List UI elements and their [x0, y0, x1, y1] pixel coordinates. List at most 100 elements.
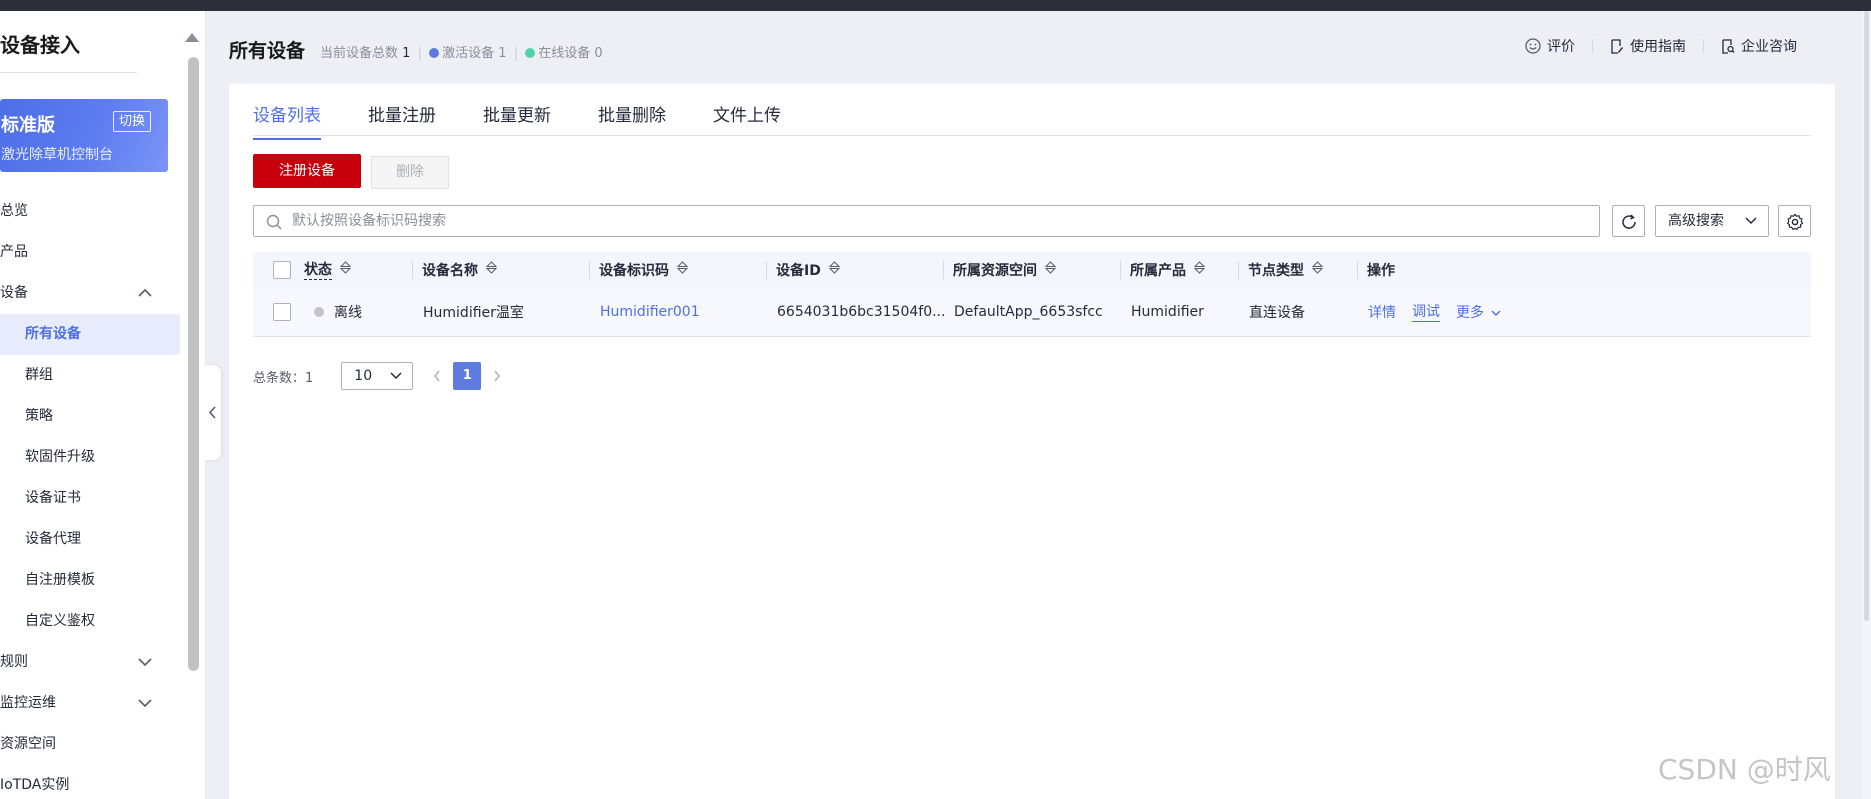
sidebar-item-product[interactable]: 产品 — [0, 232, 180, 273]
sidebar-scrollbar[interactable] — [188, 57, 199, 671]
smile-icon — [1525, 38, 1541, 54]
sort-icon[interactable] — [1311, 261, 1324, 278]
sort-icon[interactable] — [1044, 261, 1057, 278]
search-icon — [266, 214, 282, 230]
chevron-down-icon — [1491, 310, 1501, 316]
tab-batch-register[interactable]: 批量注册 — [368, 101, 436, 138]
tab-bar: 设备列表 批量注册 批量更新 批量删除 文件上传 — [253, 84, 1811, 140]
active-dot-icon — [429, 48, 440, 58]
search-input[interactable] — [292, 206, 1582, 236]
sidebar-item-groups[interactable]: 群组 — [0, 355, 180, 396]
col-resource-space[interactable]: 所属资源空间 — [953, 252, 1057, 287]
more-dropdown[interactable]: 更多 — [1456, 302, 1501, 322]
sidebar-item-policies[interactable]: 策略 — [0, 396, 180, 437]
sidebar: 设备接入 标准版 切换 激光除草机控制台 总览 产品 设备 所有设备 群组 策略… — [0, 11, 206, 799]
sort-icon[interactable] — [676, 261, 689, 278]
row-device-name: Humidifier温室 — [423, 304, 524, 321]
page-number-current[interactable]: 1 — [453, 362, 482, 390]
tab-batch-update[interactable]: 批量更新 — [483, 101, 551, 138]
page-size-select[interactable]: 10 — [341, 362, 414, 390]
row-node-type: 直连设备 — [1249, 304, 1305, 321]
col-device-id[interactable]: 设备ID — [776, 252, 841, 287]
sidebar-item-iotda-instance[interactable]: IoTDA实例 — [0, 765, 180, 799]
row-resource-space: DefaultApp_6653sfcc — [954, 303, 1103, 320]
tab-device-list[interactable]: 设备列表 — [253, 101, 321, 140]
col-operations: 操作 — [1367, 262, 1395, 279]
refresh-button[interactable] — [1612, 205, 1645, 237]
detail-link[interactable]: 详情 — [1368, 302, 1396, 322]
col-product[interactable]: 所属产品 — [1130, 252, 1206, 287]
document-search-icon — [1722, 38, 1735, 54]
sidebar-menu: 总览 产品 设备 所有设备 群组 策略 软固件升级 设备证书 设备代理 自注册模… — [0, 191, 180, 799]
main-card: 设备列表 批量注册 批量更新 批量删除 文件上传 注册设备 删除 高级搜索 状态… — [229, 84, 1835, 799]
sort-icon[interactable] — [1193, 261, 1206, 278]
sidebar-item-overview[interactable]: 总览 — [0, 191, 180, 232]
page-title: 所有设备 — [229, 40, 306, 62]
total-count-label: 总条数：1 — [253, 370, 314, 386]
col-device-name[interactable]: 设备名称 — [422, 252, 498, 287]
table-row: 离线 Humidifier温室 Humidifier001 6654031b6b… — [253, 287, 1811, 337]
select-all-checkbox[interactable] — [273, 260, 291, 279]
sidebar-item-monitoring[interactable]: 监控运维 — [0, 683, 180, 724]
consult-link[interactable]: 企业咨询 — [1721, 36, 1797, 56]
delete-button[interactable]: 删除 — [371, 156, 449, 189]
sidebar-item-rules[interactable]: 规则 — [0, 642, 180, 683]
instance-name: 激光除草机控制台 — [1, 147, 113, 163]
document-edit-icon — [1611, 38, 1623, 54]
search-box — [253, 205, 1600, 237]
active-count: 1 — [498, 46, 507, 61]
refresh-icon — [1622, 214, 1636, 229]
chevron-up-icon — [138, 273, 152, 314]
edition-switch-button[interactable]: 切换 — [113, 111, 152, 132]
col-device-identifier[interactable]: 设备标识码 — [599, 252, 689, 287]
chevron-down-icon — [138, 683, 152, 724]
next-page-button[interactable] — [487, 362, 507, 390]
sidebar-collapse-button[interactable] — [204, 365, 221, 460]
guide-link[interactable]: 使用指南 — [1610, 36, 1686, 56]
sidebar-item-device-certificates[interactable]: 设备证书 — [0, 478, 180, 519]
advanced-search-select[interactable]: 高级搜索 — [1655, 205, 1769, 237]
col-node-type[interactable]: 节点类型 — [1248, 252, 1324, 287]
header-links: 评价 使用指南 企业咨询 — [1525, 36, 1797, 56]
sort-icon[interactable] — [485, 261, 498, 278]
prev-page-button[interactable] — [427, 362, 447, 390]
table-settings-button[interactable] — [1778, 205, 1811, 237]
gear-icon — [1786, 213, 1804, 231]
sidebar-item-firmware-upgrade[interactable]: 软固件升级 — [0, 437, 180, 478]
table-header: 状态 设备名称 设备标识码 设备ID 所属资源空间 所属产品 节点类型 操作 — [253, 252, 1811, 287]
row-operations: 详情 调试 更多 — [1368, 287, 1517, 336]
sidebar-item-self-registration[interactable]: 自注册模板 — [0, 560, 180, 601]
sidebar-item-device[interactable]: 设备 — [0, 273, 180, 314]
tab-file-upload[interactable]: 文件上传 — [713, 101, 781, 138]
sort-icon[interactable] — [339, 261, 352, 278]
chevron-right-icon — [494, 370, 501, 382]
page-scrollbar[interactable] — [1862, 11, 1871, 799]
chevron-down-icon — [390, 372, 402, 380]
col-status[interactable]: 状态 — [304, 252, 352, 287]
pagination: 总条数：1 10 1 — [253, 361, 513, 391]
browser-top-bar — [0, 0, 1871, 11]
debug-link[interactable]: 调试 — [1412, 301, 1440, 322]
sidebar-divider — [0, 72, 137, 73]
sidebar-title: 设备接入 — [0, 33, 80, 57]
scroll-up-arrow-icon[interactable] — [185, 33, 199, 42]
chevron-left-icon — [434, 370, 440, 382]
row-product: Humidifier — [1131, 303, 1204, 320]
chevron-left-icon — [208, 406, 216, 419]
row-checkbox[interactable] — [273, 302, 291, 321]
sidebar-item-all-devices[interactable]: 所有设备 — [0, 314, 180, 355]
sidebar-item-custom-auth[interactable]: 自定义鉴权 — [0, 601, 180, 642]
online-dot-icon — [525, 48, 536, 58]
tab-batch-delete[interactable]: 批量删除 — [598, 101, 666, 138]
sort-icon[interactable] — [828, 261, 841, 278]
edition-name: 标准版 — [1, 115, 55, 136]
rate-link[interactable]: 评价 — [1525, 36, 1575, 56]
online-count: 0 — [594, 46, 603, 61]
register-device-button[interactable]: 注册设备 — [253, 154, 361, 188]
sidebar-item-resource-space[interactable]: 资源空间 — [0, 724, 180, 765]
sidebar-item-device-proxy[interactable]: 设备代理 — [0, 519, 180, 560]
row-device-identifier-link[interactable]: Humidifier001 — [600, 287, 700, 336]
row-status: 离线 — [314, 287, 362, 336]
watermark: CSDN @时风 — [1658, 753, 1831, 786]
total-count: 1 — [402, 46, 411, 61]
